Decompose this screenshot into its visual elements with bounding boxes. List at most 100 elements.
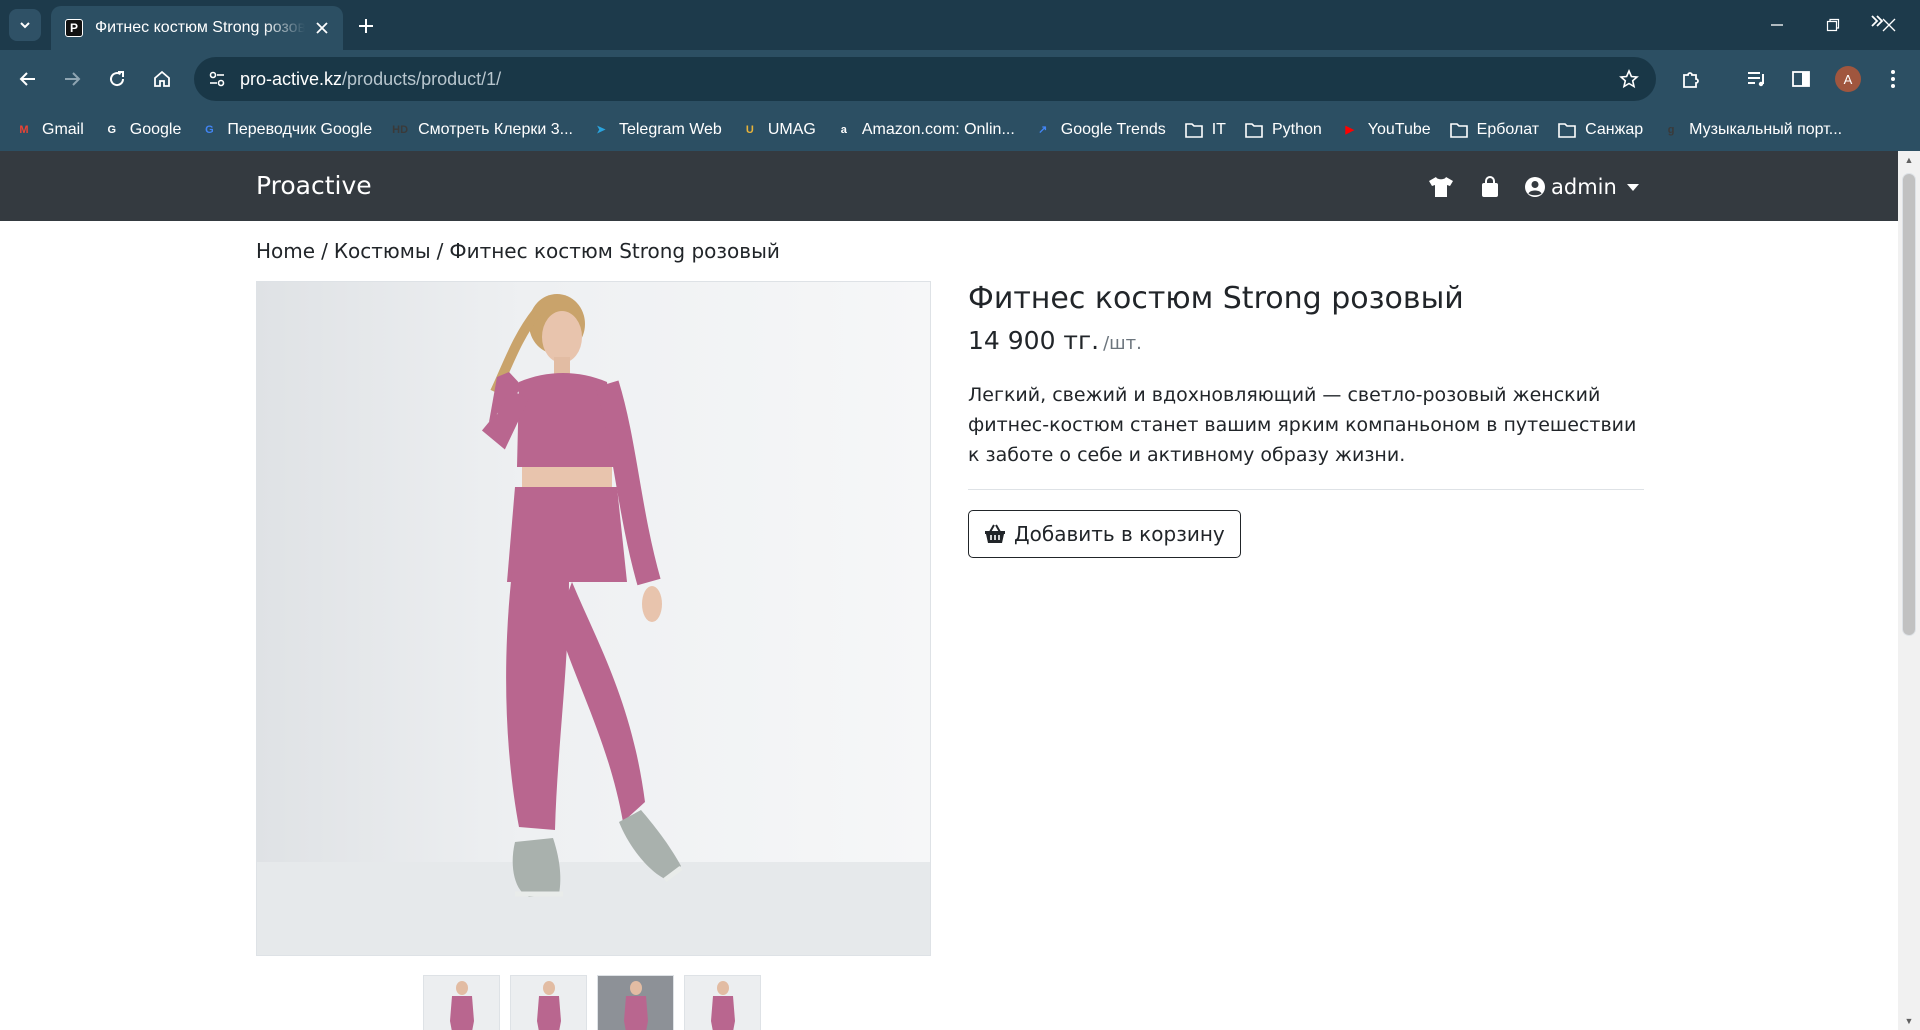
scroll-down-arrow-icon[interactable]: ▼ [1898,1012,1920,1030]
bookmark-label: Python [1271,120,1322,138]
amazon-icon: a [840,123,847,136]
forward-button[interactable] [56,63,88,95]
active-tab[interactable]: P Фитнес костюм Strong розовый [51,6,343,50]
bookmark-item[interactable]: IT [1184,114,1234,146]
breadcrumb-category-link[interactable]: Костюмы [334,239,431,263]
profile-avatar: A [1835,66,1861,92]
basket-icon [984,524,1006,544]
bookmarks-overflow-button[interactable] [1862,6,1892,36]
browser-menu-button[interactable] [1877,63,1909,95]
playlist-icon [1748,72,1764,87]
bookmark-item[interactable]: U UMAG [740,114,824,146]
bookmarks-bar: M Gmail G Google G Переводчик Google HD Смотрет… [0,108,1920,151]
bookmark-label: Gmail [42,120,84,138]
catalog-tshirt-button[interactable] [1427,173,1455,201]
url-text[interactable]: pro-active.kz/products/product/1/ [240,69,501,90]
bookmark-label: Смотреть Клерки 3... [418,120,573,138]
back-button[interactable] [12,63,44,95]
bookmark-item[interactable]: HD Смотреть Клерки 3... [390,114,581,146]
divider [968,489,1644,490]
google-icon: G [107,123,117,136]
user-dropdown[interactable]: admin [1524,173,1639,201]
folder-icon [1244,120,1264,140]
price-amount: 14 900 тг. [968,326,1100,355]
tab-close-icon[interactable] [311,17,333,39]
price-unit: /шт. [1103,333,1142,354]
extensions-button[interactable] [1675,63,1707,95]
bookmark-label: Amazon.com: Onlin... [861,120,1015,138]
site-favicon-icon: P [65,19,83,37]
site-navbar: Proactive admin [0,151,1898,221]
bookmark-item[interactable]: ▶ YouTube [1340,114,1439,146]
product-description: Легкий, свежий и вдохновляющий — светло-… [968,384,1637,466]
bookmark-star-button[interactable] [1614,64,1644,94]
bookmark-item[interactable]: ➤ Telegram Web [591,114,730,146]
scroll-up-arrow-icon[interactable]: ▲ [1898,151,1920,169]
product-thumbnail[interactable] [510,975,587,1030]
home-button[interactable] [146,63,178,95]
side-panel-icon [1792,71,1810,87]
bookmark-label: UMAG [767,120,816,138]
puzzle-icon [1683,72,1699,88]
tab-search-button[interactable] [9,9,41,41]
arrow-left-icon [19,72,35,86]
address-bar[interactable]: pro-active.kz/products/product/1/ [194,57,1656,101]
bookmark-item[interactable]: a Amazon.com: Onlin... [834,114,1023,146]
product-main-image[interactable] [256,281,931,956]
bookmark-label: Google [129,120,182,138]
minimize-icon [1771,24,1783,26]
google-trends-icon: ↗ [1038,124,1048,136]
bookmark-item[interactable]: Ерболат [1449,114,1548,146]
reload-button[interactable] [101,63,133,95]
star-icon [1619,69,1639,89]
folder-icon [1184,120,1204,140]
bookmark-label: Telegram Web [618,120,722,138]
bookmark-label: Ерболат [1476,120,1540,138]
gmail-icon: M [19,123,29,136]
user-circle-icon [1525,177,1545,197]
breadcrumb-separator: / [321,239,328,263]
product-title: Фитнес костюм Strong розовый [968,281,1464,316]
tshirt-icon [1429,177,1453,197]
url-domain: pro-active.kz [240,68,343,89]
site-brand-link[interactable]: Proactive [256,171,372,200]
bookmark-item[interactable]: Санжар [1557,114,1651,146]
breadcrumb-home-link[interactable]: Home [256,239,315,263]
bookmark-item[interactable]: G Google [102,114,190,146]
page-scrollbar[interactable]: ▲ ▼ [1898,151,1920,1030]
youtube-icon: ▶ [1345,124,1354,136]
tab-title: Фитнес костюм Strong розовый [95,19,305,36]
product-photo-illustration [257,294,930,955]
telegram-icon: ➤ [596,124,606,136]
hd-icon: HD [392,123,409,136]
add-to-cart-button[interactable]: Добавить в корзину [968,510,1241,558]
shopping-bag-icon [1482,176,1498,197]
more-vert-icon [1891,70,1895,88]
restore-button[interactable] [1810,6,1856,44]
plus-icon [359,19,373,33]
bookmark-item[interactable]: G Переводчик Google [199,114,380,146]
product-thumbnail[interactable] [684,975,761,1030]
reload-icon [110,71,125,87]
bookmark-item[interactable]: g Музыкальный порт... [1661,114,1850,146]
side-panel-button[interactable] [1785,63,1817,95]
home-icon [154,70,170,87]
product-thumbnail[interactable] [597,975,674,1030]
bookmark-item[interactable]: Python [1244,114,1330,146]
cart-bag-button[interactable] [1476,173,1504,201]
bookmark-item[interactable]: ↗ Google Trends [1033,114,1174,146]
add-to-cart-label: Добавить в корзину [1014,522,1225,546]
bookmark-item[interactable]: M Gmail [14,114,92,146]
folder-icon [1449,120,1469,140]
site-info-button[interactable] [202,64,232,94]
profile-button[interactable]: A [1832,63,1864,95]
new-tab-button[interactable] [352,12,380,40]
product-thumbnail[interactable] [423,975,500,1030]
minimize-button[interactable] [1754,6,1800,44]
scrollbar-thumb[interactable] [1902,173,1916,636]
product-price: 14 900 тг./шт. [968,326,1142,355]
chevron-down-icon [20,22,30,29]
url-path: /products/product/1/ [342,68,502,89]
media-controls-button[interactable] [1741,63,1773,95]
bookmark-label: Санжар [1585,120,1644,138]
